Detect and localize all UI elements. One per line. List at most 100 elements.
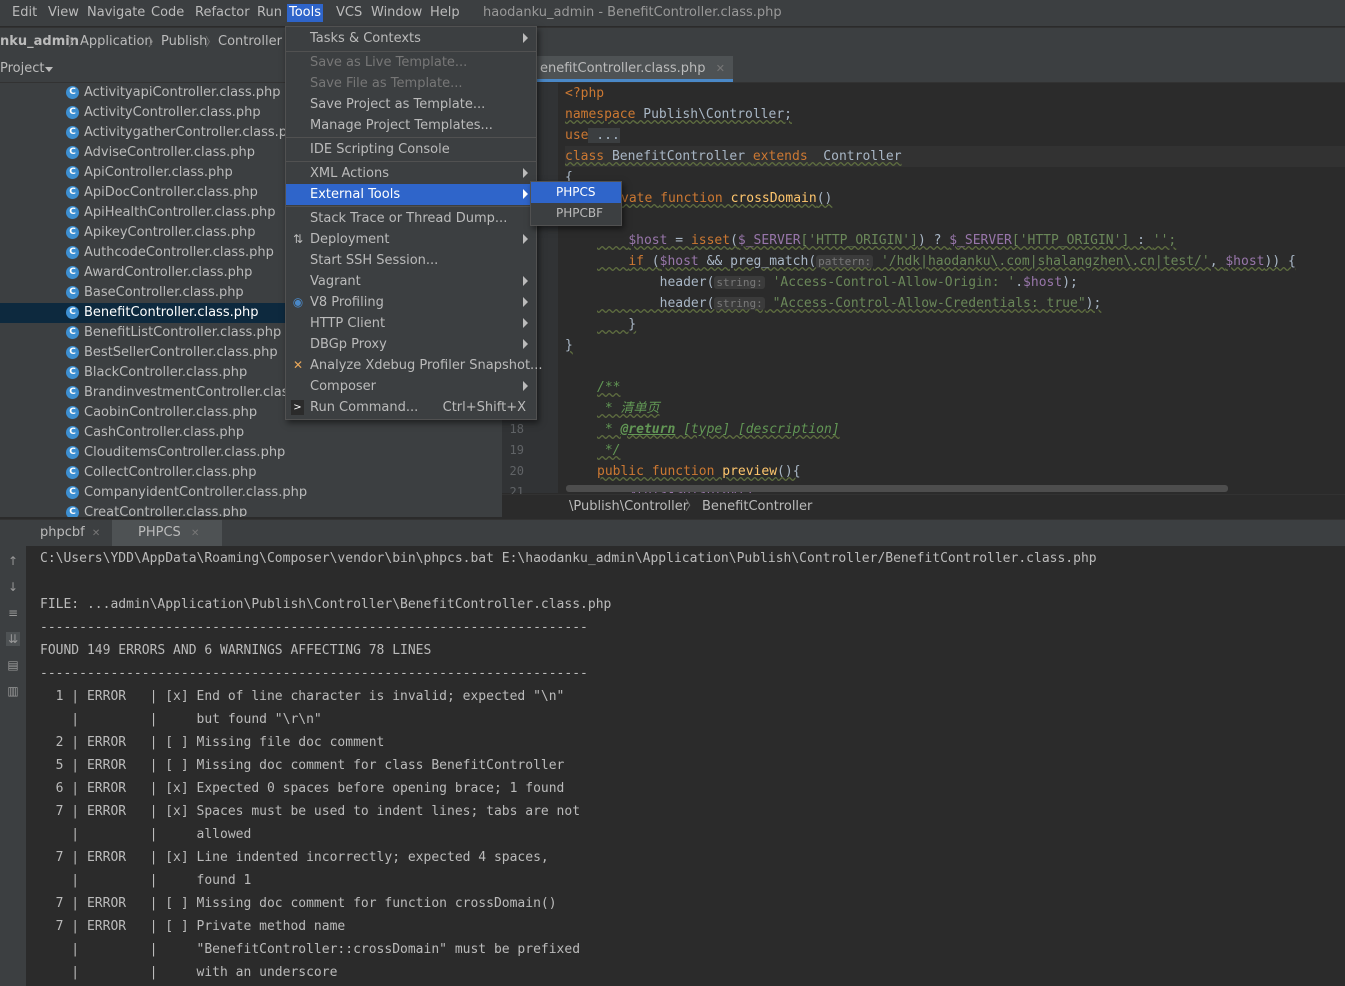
menu-item-v8-profiling[interactable]: ◉ V8 Profiling bbox=[286, 292, 536, 313]
console-line: ----------------------------------------… bbox=[40, 666, 588, 681]
menu-view[interactable]: View bbox=[46, 4, 81, 22]
close-icon[interactable]: ✕ bbox=[92, 528, 100, 539]
close-icon[interactable]: ✕ bbox=[716, 62, 725, 75]
menu-navigate[interactable]: Navigate bbox=[85, 4, 147, 22]
menu-item-save-file-template[interactable]: Save File as Template... bbox=[286, 73, 536, 94]
tree-file[interactable]: C CollectController.class.php bbox=[0, 463, 502, 483]
console-line: 7 | ERROR | [x] Line indented incorrectl… bbox=[40, 850, 549, 865]
menu-item-analyze-xdebug[interactable]: ✕ Analyze Xdebug Profiler Snapshot... bbox=[286, 355, 543, 376]
tree-file[interactable]: C CreatController.class.php bbox=[0, 503, 502, 517]
menu-bar: Edit View Navigate Code Refactor Run Too… bbox=[0, 0, 1345, 26]
php-class-icon: C bbox=[66, 386, 79, 399]
menu-help[interactable]: Help bbox=[428, 4, 462, 22]
menu-item-vagrant[interactable]: Vagrant bbox=[286, 271, 536, 292]
trash-icon[interactable]: ▥ bbox=[6, 684, 20, 698]
console-line: | | with an underscore bbox=[40, 965, 338, 980]
arrow-down-icon[interactable]: ↓ bbox=[6, 580, 20, 594]
nav-crumb-controller[interactable]: Controller bbox=[218, 33, 282, 51]
php-class-icon: C bbox=[66, 206, 79, 219]
menu-window[interactable]: Window bbox=[369, 4, 424, 22]
nav-crumb-application[interactable]: Application bbox=[80, 33, 153, 51]
menu-item-xml-actions[interactable]: XML Actions bbox=[286, 163, 536, 184]
php-class-icon: C bbox=[66, 186, 79, 199]
code-line: vate function crossDomain() bbox=[621, 191, 833, 206]
line-number: 20 bbox=[509, 464, 524, 478]
console-line: C:\Users\YDD\AppData\Roaming\Composer\ve… bbox=[40, 551, 1097, 566]
v8-profiling-icon: ◉ bbox=[292, 295, 304, 309]
php-class-icon: C bbox=[66, 426, 79, 439]
code-line: use ... bbox=[565, 128, 620, 143]
submenu-arrow-icon bbox=[523, 339, 528, 349]
submenu-arrow-icon bbox=[523, 381, 528, 391]
console-line: 1 | ERROR | [x] End of line character is… bbox=[40, 689, 565, 704]
menu-item-dbgp-proxy[interactable]: DBGp Proxy bbox=[286, 334, 536, 355]
deployment-icon: ⇅ bbox=[292, 232, 304, 246]
code-line: $host = isset($_SERVER['HTTP_ORIGIN']) ?… bbox=[628, 233, 1177, 248]
horizontal-scrollbar[interactable] bbox=[566, 485, 1228, 492]
php-class-icon: C bbox=[66, 86, 79, 99]
close-icon[interactable]: ✕ bbox=[191, 528, 199, 539]
php-class-icon: C bbox=[66, 406, 79, 419]
menu-item-deployment[interactable]: ⇅ Deployment bbox=[286, 229, 536, 250]
console-line: FILE: ...admin\Application\Publish\Contr… bbox=[40, 597, 612, 612]
php-class-icon: C bbox=[66, 146, 79, 159]
submenu-arrow-icon bbox=[523, 297, 528, 307]
window-title: haodanku_admin - BenefitController.class… bbox=[483, 5, 782, 20]
soft-wrap-icon[interactable]: ≡ bbox=[6, 606, 20, 620]
menu-vcs[interactable]: VCS bbox=[334, 4, 364, 22]
menu-separator bbox=[286, 137, 536, 138]
breadcrumb-class[interactable]: BenefitController bbox=[702, 499, 812, 515]
menu-item-phpcs[interactable]: PHPCS bbox=[531, 182, 621, 203]
menu-item-external-tools[interactable]: External Tools bbox=[286, 184, 536, 205]
tree-file[interactable]: C CompanyidentController.class.php bbox=[0, 483, 502, 503]
menu-separator bbox=[286, 206, 536, 207]
nav-crumb-publish[interactable]: Publish bbox=[161, 33, 207, 51]
code-line: <?php bbox=[565, 86, 605, 101]
console-line: | | but found "\r\n" bbox=[40, 712, 322, 727]
php-class-icon: C bbox=[66, 466, 79, 479]
chevron-down-icon[interactable] bbox=[45, 67, 53, 72]
external-tools-submenu: PHPCS PHPCBF bbox=[530, 181, 622, 226]
console-line: | | "BenefitController::crossDomain" mus… bbox=[40, 942, 581, 957]
chevron-right-icon: 〉 bbox=[685, 499, 699, 514]
menu-edit[interactable]: Edit bbox=[10, 4, 39, 22]
menu-item-ide-scripting-console[interactable]: IDE Scripting Console bbox=[286, 139, 536, 160]
project-view-selector[interactable]: Project bbox=[0, 61, 44, 77]
scroll-to-end-icon[interactable]: ⇊ bbox=[6, 632, 20, 646]
console-line: 7 | ERROR | [ ] Private method name bbox=[40, 919, 346, 934]
php-class-icon: C bbox=[66, 346, 79, 359]
php-class-icon: C bbox=[66, 446, 79, 459]
php-class-icon: C bbox=[66, 286, 79, 299]
tab-phpcs[interactable]: PHPCS ✕ bbox=[112, 520, 222, 546]
menu-item-save-live-template[interactable]: Save as Live Template... bbox=[286, 52, 536, 73]
editor-tab-label: enefitController.class.php bbox=[540, 61, 706, 76]
php-class-icon: C bbox=[66, 326, 79, 339]
tree-file[interactable]: C ClouditemsController.class.php bbox=[0, 443, 502, 463]
menu-run[interactable]: Run bbox=[255, 4, 284, 22]
menu-item-phpcbf[interactable]: PHPCBF bbox=[531, 203, 621, 224]
php-class-icon: C bbox=[66, 106, 79, 119]
php-class-icon: C bbox=[66, 166, 79, 179]
menu-item-http-client[interactable]: HTTP Client bbox=[286, 313, 536, 334]
code-editor[interactable]: <?php namespace Publish\Controller; use … bbox=[558, 83, 1345, 493]
code-line: if ($host && preg_match(pattern: '/hdk|h… bbox=[628, 254, 1296, 269]
code-line: } bbox=[597, 317, 637, 332]
menu-item-composer[interactable]: Composer bbox=[286, 376, 536, 397]
tree-file[interactable]: C CashController.class.php bbox=[0, 423, 502, 443]
menu-item-run-command[interactable]: > Run Command... Ctrl+Shift+X bbox=[286, 397, 536, 418]
terminal-icon: > bbox=[291, 400, 304, 415]
arrow-up-icon[interactable]: ↑ bbox=[6, 554, 20, 568]
menu-item-tasks-contexts[interactable]: Tasks & Contexts bbox=[286, 28, 536, 49]
menu-item-manage-project-templates[interactable]: Manage Project Templates... bbox=[286, 115, 536, 136]
menu-item-start-ssh-session[interactable]: Start SSH Session... bbox=[286, 250, 536, 271]
menu-item-save-project-template[interactable]: Save Project as Template... bbox=[286, 94, 536, 115]
code-line: * 清单页 bbox=[597, 401, 660, 416]
print-icon[interactable]: ▤ bbox=[6, 658, 20, 672]
menu-code[interactable]: Code bbox=[149, 4, 186, 22]
tab-phpcbf[interactable]: phpcbf ✕ bbox=[26, 520, 106, 546]
breadcrumb-namespace[interactable]: \Publish\Controller bbox=[569, 499, 688, 515]
menu-item-stack-trace[interactable]: Stack Trace or Thread Dump... bbox=[286, 208, 536, 229]
menu-refactor[interactable]: Refactor bbox=[193, 4, 252, 22]
menu-tools[interactable]: Tools bbox=[287, 4, 324, 22]
editor-tab-benefitcontroller[interactable]: enefitController.class.php ✕ bbox=[532, 56, 733, 82]
